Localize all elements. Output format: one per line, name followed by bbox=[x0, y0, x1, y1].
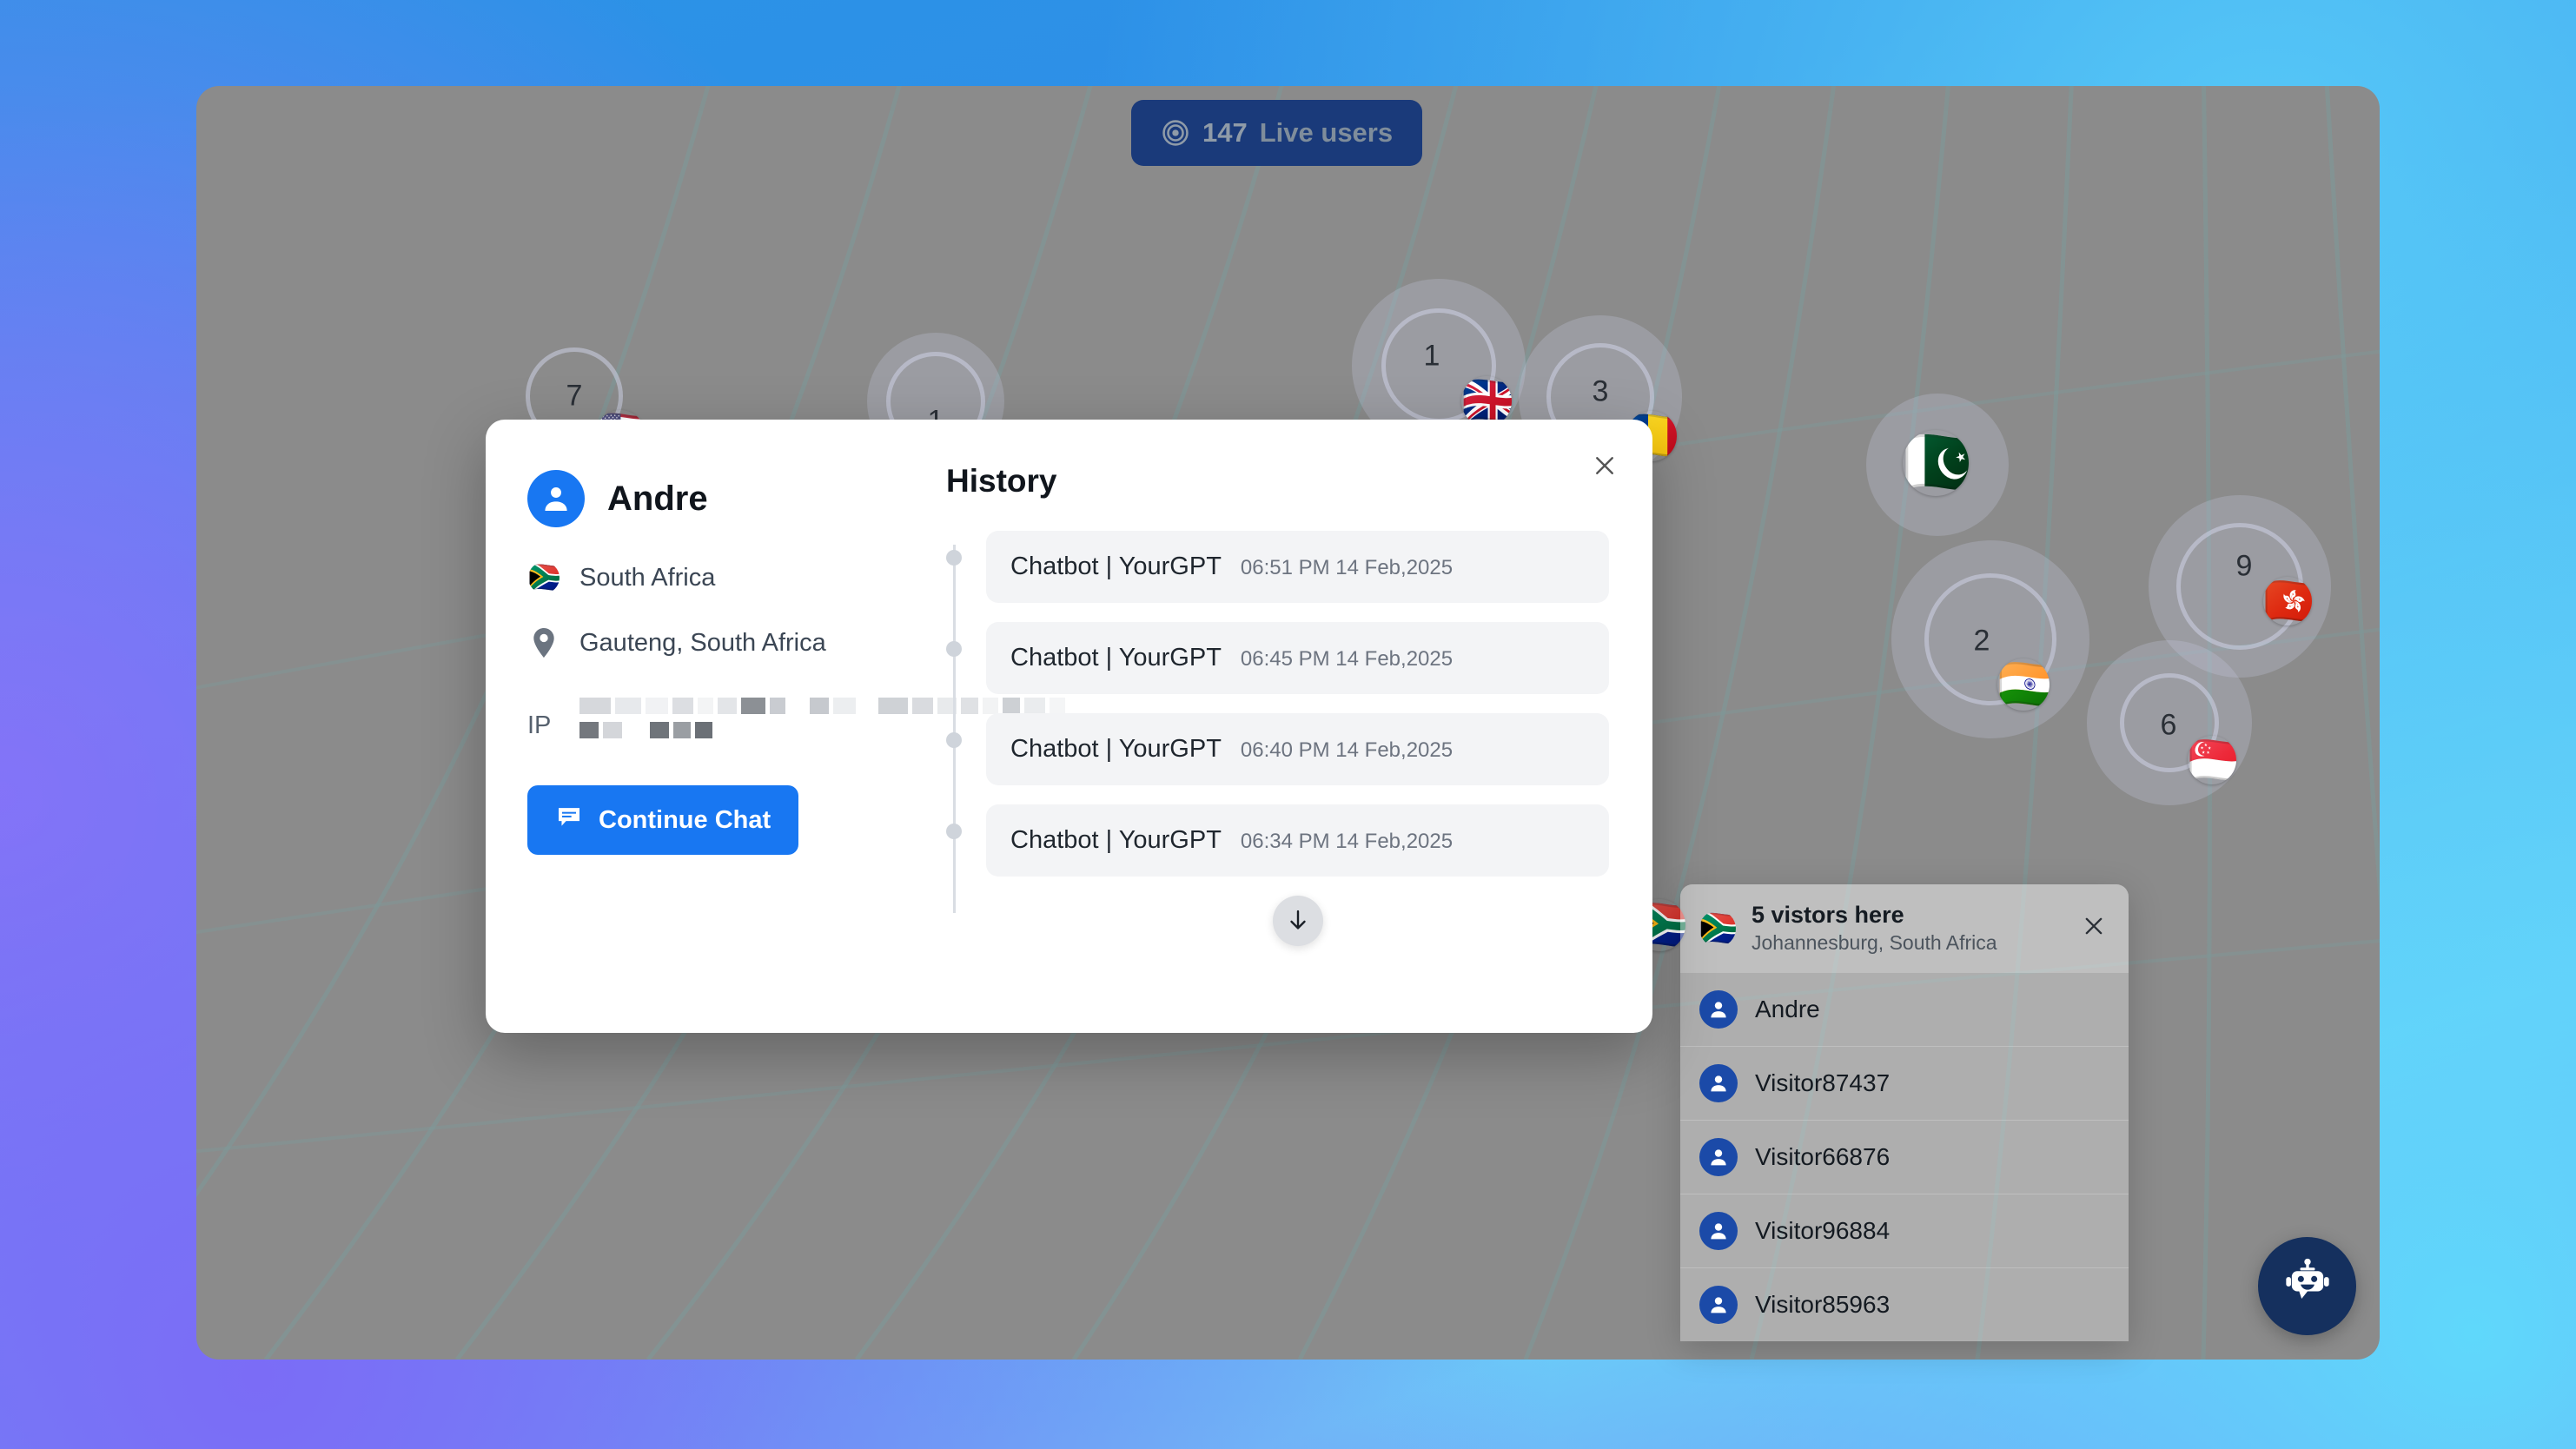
country-row: 🇿🇦 South Africa bbox=[527, 562, 946, 593]
close-icon[interactable] bbox=[2082, 914, 2111, 943]
target-icon bbox=[1161, 118, 1190, 148]
visitor-name: Visitor96884 bbox=[1755, 1217, 1891, 1244]
visitors-popup-panel[interactable]: 🇿🇦 5 vistors here Johannesburg, South Af… bbox=[1680, 884, 2129, 1341]
chat-history-section: History Chatbot | YourGPT 06:51 PM 14 Fe… bbox=[946, 420, 1652, 1033]
avatar bbox=[1699, 1138, 1738, 1176]
south-africa-flag-icon: 🇿🇦 bbox=[528, 562, 560, 593]
history-item-time: 06:51 PM 14 Feb,2025 bbox=[1240, 556, 1454, 579]
list-item[interactable]: Chatbot | YourGPT 06:51 PM 14 Feb,2025 bbox=[946, 531, 1609, 603]
user-avatar-icon bbox=[527, 470, 585, 527]
timeline-dot bbox=[946, 641, 962, 657]
history-item-name: Chatbot | YourGPT bbox=[1010, 552, 1222, 580]
scroll-down-button[interactable] bbox=[1272, 896, 1323, 946]
marker-count: 6 bbox=[2160, 708, 2177, 742]
visitor-name: Visitor85963 bbox=[1755, 1291, 1891, 1318]
history-card[interactable]: Chatbot | YourGPT 06:45 PM 14 Feb,2025 bbox=[986, 622, 1609, 694]
live-users-badge[interactable]: 147 Live users bbox=[1131, 100, 1423, 166]
timeline-dot bbox=[946, 732, 962, 748]
country-name: South Africa bbox=[579, 563, 716, 592]
history-title: History bbox=[946, 463, 1057, 499]
timeline-rail bbox=[953, 545, 956, 913]
hk-flag-icon: 🇭🇰 bbox=[2263, 577, 2312, 625]
page-title: Andre bbox=[607, 479, 708, 518]
live-users-count: 147 bbox=[1202, 117, 1248, 148]
list-item[interactable]: Visitor85963 bbox=[1680, 1267, 2129, 1341]
history-item-name: Chatbot | YourGPT bbox=[1010, 826, 1222, 854]
avatar bbox=[1699, 990, 1738, 1029]
in-flag-icon: 🇮🇳 bbox=[1997, 658, 2050, 711]
country-flag-wrapper: 🇿🇦 bbox=[527, 562, 560, 593]
history-item-time: 06:40 PM 14 Feb,2025 bbox=[1240, 738, 1454, 762]
history-item-time: 06:34 PM 14 Feb,2025 bbox=[1240, 830, 1454, 853]
continue-chat-label: Continue Chat bbox=[599, 805, 771, 834]
visitor-name: Andre bbox=[1755, 996, 1820, 1022]
location-name: Gauteng, South Africa bbox=[579, 628, 826, 657]
history-item-name: Chatbot | YourGPT bbox=[1010, 735, 1222, 763]
history-card[interactable]: Chatbot | YourGPT 06:40 PM 14 Feb,2025 bbox=[986, 713, 1609, 785]
visitors-panel-header: 🇿🇦 5 vistors here Johannesburg, South Af… bbox=[1680, 884, 2129, 972]
visitors-location: Johannesburg, South Africa bbox=[1752, 931, 1997, 954]
location-row: Gauteng, South Africa bbox=[527, 628, 946, 658]
timeline-dot bbox=[946, 824, 962, 839]
marker-count: 9 bbox=[2235, 549, 2253, 583]
history-card[interactable]: Chatbot | YourGPT 06:34 PM 14 Feb,2025 bbox=[986, 804, 1609, 877]
list-item[interactable]: Chatbot | YourGPT 06:40 PM 14 Feb,2025 bbox=[946, 713, 1609, 785]
visitor-profile-section: Andre 🇿🇦 South Africa Gauteng, South Afr… bbox=[486, 420, 1065, 1033]
list-item[interactable]: Visitor66876 bbox=[1680, 1120, 2129, 1194]
live-users-label: Live users bbox=[1259, 117, 1394, 148]
pk-flag-icon: 🇵🇰 bbox=[1903, 430, 1969, 496]
history-item-name: Chatbot | YourGPT bbox=[1010, 644, 1222, 672]
avatar bbox=[1699, 1212, 1738, 1250]
list-item[interactable]: Chatbot | YourGPT 06:34 PM 14 Feb,2025 bbox=[946, 804, 1609, 877]
chat-bubble-icon bbox=[555, 803, 583, 837]
ip-label: IP bbox=[527, 711, 552, 739]
arrow-down-icon bbox=[1285, 907, 1311, 936]
location-pin-icon bbox=[527, 628, 560, 658]
visitors-count-title: 5 vistors here bbox=[1752, 902, 1904, 928]
marker-count: 2 bbox=[1973, 624, 1990, 658]
marker-count: 3 bbox=[1592, 374, 1609, 408]
avatar bbox=[1699, 1286, 1738, 1324]
visitor-detail-modal: Andre 🇿🇦 South Africa Gauteng, South Afr… bbox=[486, 420, 1652, 1033]
continue-chat-button[interactable]: Continue Chat bbox=[527, 785, 799, 855]
visitor-name: Visitor87437 bbox=[1755, 1069, 1891, 1096]
marker-count: 7 bbox=[566, 379, 583, 413]
history-card[interactable]: Chatbot | YourGPT 06:51 PM 14 Feb,2025 bbox=[986, 531, 1609, 603]
chatbot-launcher-button[interactable] bbox=[2258, 1237, 2356, 1335]
marker-count: 1 bbox=[1423, 339, 1440, 373]
visitor-name: Visitor66876 bbox=[1755, 1143, 1891, 1170]
list-item[interactable]: Chatbot | YourGPT 06:45 PM 14 Feb,2025 bbox=[946, 622, 1609, 694]
robot-icon bbox=[2278, 1254, 2337, 1318]
history-item-time: 06:45 PM 14 Feb,2025 bbox=[1240, 647, 1454, 671]
profile-header: Andre bbox=[527, 470, 946, 527]
south-africa-flag-icon: 🇿🇦 bbox=[1699, 910, 1736, 947]
history-timeline: Chatbot | YourGPT 06:51 PM 14 Feb,2025 C… bbox=[946, 531, 1609, 946]
sg-flag-icon: 🇸🇬 bbox=[2188, 736, 2236, 784]
list-item[interactable]: Andre bbox=[1680, 972, 2129, 1046]
avatar bbox=[1699, 1064, 1738, 1102]
list-item[interactable]: Visitor96884 bbox=[1680, 1194, 2129, 1267]
ip-row: IP bbox=[527, 694, 1065, 740]
timeline-dot bbox=[946, 550, 962, 566]
list-item[interactable]: Visitor87437 bbox=[1680, 1046, 2129, 1120]
